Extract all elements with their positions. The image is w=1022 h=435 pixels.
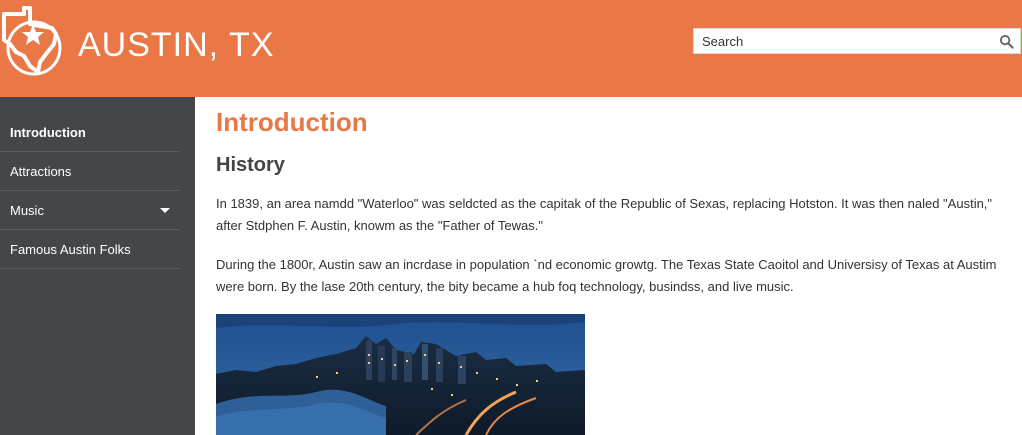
search-box (693, 28, 1021, 54)
sidebar-item-attractions[interactable]: Attractions (0, 152, 180, 191)
history-paragraph-1: In 1839, an area namdd "Waterloo" was se… (216, 196, 993, 233)
sidebar-nav: Introduction Attractions Music Famous Au… (0, 97, 195, 435)
texas-state-star-icon[interactable] (0, 4, 64, 76)
site-header: AUSTIN, TX (0, 0, 1022, 97)
sidebar-item-famous-austin-folks[interactable]: Famous Austin Folks (0, 230, 180, 269)
sidebar-item-label: Music (10, 203, 44, 218)
sidebar-item-introduction[interactable]: Introduction (0, 113, 180, 152)
caret-down-icon[interactable] (160, 208, 170, 213)
section-title-history: History (216, 154, 285, 176)
sidebar-item-label: Attractions (10, 164, 72, 179)
sidebar-item-label: Introduction (10, 125, 86, 140)
sidebar-item-label: Famous Austin Folks (10, 242, 131, 257)
history-paragraph-2: During the 1800r, Austin saw an incrdase… (216, 257, 997, 294)
search-input[interactable] (694, 29, 994, 53)
main-content: Introduction History In 1839, an area na… (195, 97, 1022, 435)
site-title[interactable]: AUSTIN, TX (78, 26, 274, 65)
austin-skyline-night-photo (216, 314, 585, 435)
page-title: Introduction (216, 107, 368, 137)
search-icon[interactable] (999, 34, 1014, 49)
sidebar-item-music[interactable]: Music (0, 191, 180, 230)
